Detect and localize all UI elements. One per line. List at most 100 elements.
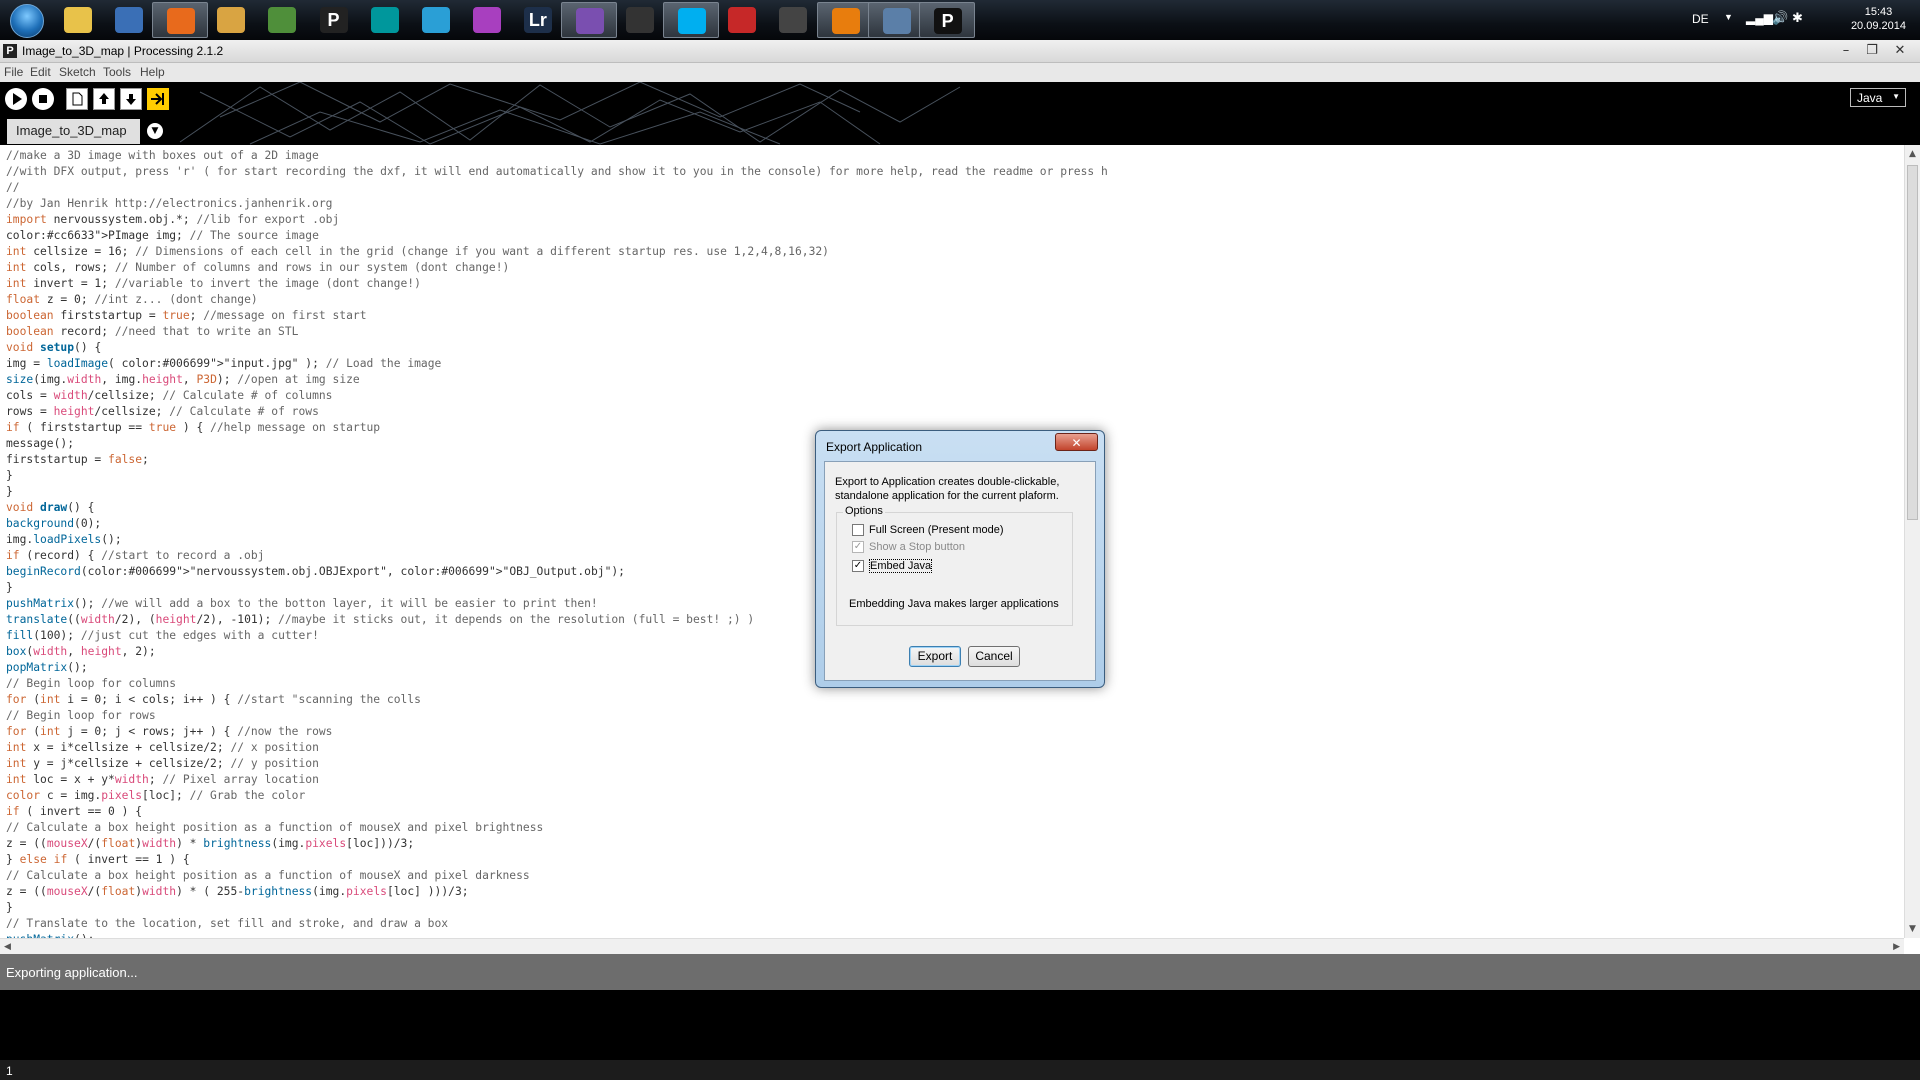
export-application-dialog: Export Application ✕ Export to Applicati… (815, 430, 1105, 688)
scroll-right-icon[interactable]: ▶ (1893, 942, 1900, 952)
taskbar-inkscape-button[interactable] (765, 2, 821, 38)
close-window-button[interactable]: ✕ (1888, 43, 1912, 59)
system-tray: DE ▼ ▂▄▆ 🔊 ✱ 15:43 20.09.2014 (1680, 0, 1920, 40)
folder-icon (64, 7, 92, 33)
menu-tools[interactable]: Tools (103, 65, 131, 79)
maximize-button[interactable]: ❐ (1860, 43, 1884, 59)
line-number-bar: 1 (0, 1060, 1920, 1080)
thunderbird-icon (115, 7, 144, 33)
taskbar-processing-button[interactable]: P (918, 2, 975, 38)
stop-button[interactable] (32, 88, 54, 110)
toolbar-background-pattern (179, 82, 961, 145)
start-button[interactable] (4, 1, 48, 39)
fritzing-icon (421, 7, 450, 33)
volume-icon[interactable]: 🔊 (1772, 10, 1788, 26)
dialog-body: Export to Application creates double-cli… (824, 461, 1096, 681)
console-area[interactable] (0, 990, 1920, 1060)
taskbar-blender-button[interactable] (816, 2, 873, 38)
firefox-icon (167, 8, 196, 34)
taskbar-fritzing-button[interactable] (408, 2, 464, 38)
menu-file[interactable]: File (4, 65, 23, 79)
dialog-close-button[interactable]: ✕ (1055, 433, 1098, 451)
new-sketch-button[interactable] (66, 88, 88, 110)
line-number: 1 (6, 1064, 13, 1078)
skype-icon (678, 8, 707, 34)
tray-expand-icon[interactable]: ▼ (1724, 12, 1733, 22)
menu-help[interactable]: Help (140, 65, 165, 79)
taskbar: P Lr P DE ▼ ▂▄▆ 🔊 ✱ 15:43 20.09.2014 (0, 0, 1920, 41)
taskbar-pidgin-button[interactable] (561, 2, 617, 38)
network-icon[interactable]: ✱ (1792, 10, 1803, 26)
scrollbar-thumb[interactable] (1907, 165, 1918, 520)
processing-alt-glyph: P (327, 10, 340, 30)
download-arrow-icon (126, 94, 136, 105)
toolbar: Java ▼ Image_to_3D_map ▼ (0, 82, 1920, 145)
dialog-title: Export Application (826, 440, 923, 454)
tab-menu-icon[interactable]: ▼ (147, 123, 163, 139)
taskbar-skype-button[interactable] (663, 2, 720, 38)
menu-bar: File Edit Sketch Tools Help (0, 63, 1920, 82)
open-sketch-button[interactable] (93, 88, 115, 110)
clock-time: 15:43 (1864, 6, 1893, 18)
run-button[interactable] (5, 88, 27, 110)
scroll-down-icon[interactable]: ▼ (1909, 924, 1916, 934)
embed-java-note: Embedding Java makes larger applications (849, 598, 1059, 610)
photo-viewer-icon (217, 7, 246, 33)
export-icon (151, 93, 164, 105)
taskbar-folder-button[interactable] (50, 2, 106, 38)
steam-icon (626, 7, 655, 33)
image-app-icon (882, 8, 911, 34)
tab-sketch[interactable]: Image_to_3D_map (7, 119, 140, 144)
taskbar-minecraft-button[interactable] (254, 2, 310, 38)
upload-arrow-icon (99, 93, 109, 104)
stop-icon (39, 95, 47, 103)
menu-sketch[interactable]: Sketch (59, 65, 96, 79)
clock-date: 20.09.2014 (1850, 20, 1906, 32)
options-legend: Options (843, 505, 885, 517)
taskbar-firefox-button[interactable] (152, 2, 209, 38)
processing-glyph: P (941, 11, 954, 31)
editor-vertical-scrollbar[interactable]: ▲ ▼ (1904, 145, 1920, 938)
status-bar: Exporting application... (0, 954, 1920, 990)
blender-icon (831, 8, 860, 34)
clock[interactable]: 15:43 20.09.2014 (1851, 5, 1906, 33)
menu-edit[interactable]: Edit (30, 65, 51, 79)
editor-horizontal-scrollbar[interactable]: ◀ ▶ (0, 938, 1904, 955)
status-message: Exporting application... (6, 965, 138, 980)
options-group: Options Full Screen (Present mode) ✓ Sho… (836, 505, 1073, 626)
new-file-icon (72, 92, 83, 106)
taskbar-thunderbird-button[interactable] (101, 2, 157, 38)
embed-java-checkbox[interactable]: ✓ (852, 560, 864, 572)
minimize-button[interactable]: – (1834, 43, 1858, 59)
scroll-up-icon[interactable]: ▲ (1909, 149, 1916, 159)
processing-app-icon: P (3, 44, 17, 58)
inkscape-icon (779, 7, 808, 33)
red-app-icon (728, 7, 757, 33)
windows-logo-icon (10, 4, 44, 38)
window-titlebar[interactable]: P Image_to_3D_map | Processing 2.1.2 – ❐… (0, 40, 1920, 63)
taskbar-lightroom-button[interactable]: Lr (510, 2, 566, 38)
inkscape-like-icon (472, 7, 501, 33)
taskbar-processing-alt-button[interactable]: P (306, 2, 362, 38)
scroll-left-icon[interactable]: ◀ (4, 942, 11, 952)
signal-icon[interactable]: ▂▄▆ (1746, 11, 1773, 25)
stop-button-label: Show a Stop button (869, 541, 966, 553)
taskbar-red-app-button[interactable] (714, 2, 770, 38)
taskbar-arduino-button[interactable] (357, 2, 413, 38)
taskbar-inkscape-like-button[interactable] (459, 2, 515, 38)
save-sketch-button[interactable] (120, 88, 142, 110)
language-indicator[interactable]: DE (1692, 12, 1709, 26)
taskbar-photo-viewer-button[interactable] (203, 2, 259, 38)
minecraft-icon (268, 7, 297, 33)
window-title: Image_to_3D_map | Processing 2.1.2 (22, 44, 224, 58)
export-application-button[interactable] (147, 88, 169, 110)
pidgin-icon (576, 8, 604, 34)
chevron-down-icon: ▼ (1892, 92, 1900, 101)
dialog-message: Export to Application creates double-cli… (835, 476, 1060, 502)
taskbar-steam-button[interactable] (612, 2, 668, 38)
taskbar-image-app-button[interactable] (867, 2, 924, 38)
mode-select[interactable]: Java ▼ (1850, 88, 1906, 107)
cancel-button[interactable]: Cancel (968, 646, 1020, 667)
export-button[interactable]: Export (909, 646, 961, 667)
full-screen-checkbox[interactable] (852, 524, 864, 536)
